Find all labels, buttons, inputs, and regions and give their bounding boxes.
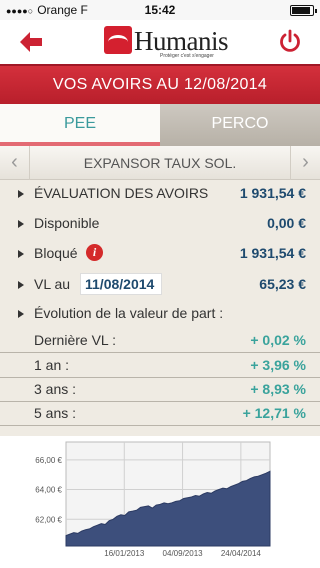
x-tick-label: 24/04/2014 [221,549,262,558]
perf-value: + 3,96 % [250,357,306,373]
status-bar: ●●●●○ Orange F 15:42 [0,0,320,20]
disponible-value: 0,00 € [267,215,306,231]
arrow-left-icon [20,32,42,52]
y-tick-label: 64,00 € [35,486,62,495]
perf-value: + 8,93 % [250,381,306,397]
perf-label: Dernière VL : [34,332,116,348]
vl-chart-svg: 66,00 € 64,00 € 62,00 € 16/01/2013 04/09/201… [35,441,271,558]
bloque-value: 1 931,54 € [239,245,306,261]
vl-date: 11/08/2014 [80,273,162,295]
perf-row-5-ans: 5 ans : + 12,71 % [0,402,320,426]
perf-row-1-an: 1 an : + 3,96 % [0,354,320,378]
disponible-label: Disponible [34,215,100,231]
vl-value: 65,23 € [259,276,306,292]
y-tick-label: 62,00 € [35,515,62,524]
row-evaluation: ÉVALUATION DES AVOIRS 1 931,54 € [0,178,320,208]
perf-label: 3 ans : [34,381,77,397]
info-icon[interactable]: i [86,244,103,261]
clock: 15:42 [144,3,176,17]
perf-value: + 12,71 % [242,405,306,421]
bullet-icon [18,190,24,198]
row-evolution: Évolution de la valeur de part : [0,298,320,328]
fund-name: EXPANSOR TAUX SOL. [83,155,237,171]
vl-chart: 66,00 € 64,00 € 62,00 € 16/01/2013 04/09/201… [0,436,320,568]
tab-pee[interactable]: PEE [0,104,160,146]
tab-perco[interactable]: PERCO [160,104,320,146]
logo-tagline: Protéger c'est s'engager [160,53,214,59]
chevron-right-icon[interactable]: › [290,146,320,180]
bullet-icon [18,281,24,289]
row-disponible: Disponible 0,00 € [0,208,320,238]
logout-button[interactable] [278,29,302,53]
logo-flag-icon [104,26,132,54]
logo: Humanis Protéger c'est s'engager [104,26,229,60]
perf-row-derniere-vl: Dernière VL : + 0,02 % [0,329,320,353]
tab-bar: PEE PERCO [0,104,320,146]
evaluation-label: ÉVALUATION DES AVOIRS [34,185,209,201]
app-header: Humanis Protéger c'est s'engager [0,20,320,64]
y-tick-label: 66,00 € [35,456,62,465]
x-tick-label: 04/09/2013 [163,549,204,558]
perf-label: 1 an : [34,357,70,373]
fund-selector: ‹ EXPANSOR TAUX SOL. › [0,146,320,180]
chevron-left-icon[interactable]: ‹ [0,146,30,180]
evaluation-value: 1 931,54 € [239,185,306,201]
evolution-label: Évolution de la valeur de part : [34,305,224,321]
row-vl: VL au 11/08/2014 65,23 € [0,269,320,299]
vl-label: VL au [34,276,71,292]
bullet-icon [18,220,24,228]
bullet-icon [18,310,24,318]
perf-label: 5 ans : [34,405,77,421]
x-tick-label: 16/01/2013 [104,549,145,558]
page-title: VOS AVOIRS AU 12/08/2014 [0,64,320,104]
perf-row-3-ans: 3 ans : + 8,93 % [0,378,320,402]
back-button[interactable] [20,32,50,52]
power-icon [280,29,300,52]
bloque-label: Bloqué [34,245,78,261]
perf-value: + 0,02 % [250,332,306,348]
bullet-icon [18,250,24,258]
battery-icon [290,5,317,16]
row-bloque: Bloqué i 1 931,54 € [0,238,320,268]
